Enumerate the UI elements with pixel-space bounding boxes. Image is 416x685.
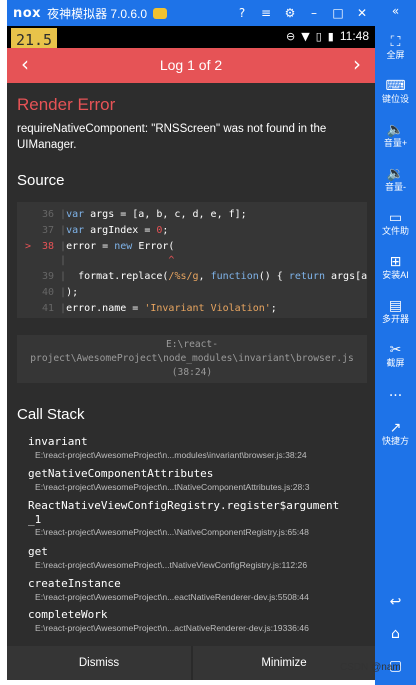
volume-down-icon: 🔉: [386, 166, 405, 182]
collapse-sidebar-icon[interactable]: «: [375, 4, 416, 18]
sidebar-item-fullscreen[interactable]: ⛶ 全屏: [375, 34, 416, 61]
back-icon: ↩: [389, 594, 402, 610]
sidebar-item-volume-down[interactable]: 🔉 音量-: [375, 166, 416, 193]
next-log-button[interactable]: ›: [353, 52, 361, 76]
log-title: Log 1 of 2: [159, 57, 223, 73]
gamepad-icon[interactable]: [153, 7, 168, 19]
code-line: 39 | format.replace(/%s/g, function() { …: [41, 271, 367, 282]
source-heading: Source: [17, 172, 65, 189]
nox-logo: nox: [13, 5, 42, 21]
code-line: 40 |);: [41, 287, 79, 298]
scissors-icon: ✂: [389, 342, 402, 358]
stack-frame-path[interactable]: E:\react-project\AwesomeProject\n...tNat…: [35, 482, 371, 492]
android-status-bar: ⊖ ▼ ▯ ▮ 11:48: [7, 26, 375, 48]
code-caret-line: | ^: [60, 255, 175, 266]
csdn-watermark: CSDN @nam: [340, 662, 401, 673]
volume-up-icon: 🔈: [386, 122, 405, 138]
code-line: 36 |var args = [a, b, c, d, e, f];: [41, 209, 247, 220]
expand-icon: ⛶: [390, 34, 401, 50]
error-caret: ^: [168, 255, 175, 266]
sidebar-item-volume-up[interactable]: 🔈 音量+: [375, 122, 416, 149]
error-title: Render Error: [17, 95, 116, 114]
android-screen: ⊖ ▼ ▯ ▮ 11:48 21.5 ‹ Log 1 of 2 › Render…: [7, 26, 375, 646]
sidebar-item-file-assistant[interactable]: ▭ 文件助: [375, 210, 416, 237]
stack-frame-function-continued[interactable]: _1: [28, 513, 41, 526]
code-line: 37 |var argIndex = 0;: [41, 225, 169, 236]
stack-frame-path[interactable]: E:\react-project\AwesomeProject\n...actN…: [35, 623, 371, 633]
stack-frame-function[interactable]: getNativeComponentAttributes: [28, 467, 213, 480]
emulator-sidebar: « ⛶ 全屏 ⌨ 键位设 🔈 音量+ 🔉 音量- ▭ 文件助 ⊞ 安装AI ▤ …: [375, 0, 416, 685]
keyboard-icon: ⌨: [385, 78, 406, 94]
code-line: 41 |error.name = 'Invariant Violation';: [41, 303, 277, 314]
android-back-button[interactable]: ↩: [375, 594, 416, 610]
stack-frame-path[interactable]: E:\react-project\AwesomeProject\n...\Nat…: [35, 527, 371, 537]
stack-frame-function[interactable]: ReactNativeViewConfigRegistry.register$a…: [28, 499, 339, 512]
multi-instance-icon: ▤: [388, 298, 403, 314]
wifi-icon: ▼: [301, 29, 310, 43]
folder-icon: ▭: [388, 210, 403, 226]
emulator-title: 夜神模拟器 7.0.6.0: [47, 6, 148, 21]
battery-icon: ▮: [327, 29, 334, 43]
more-icon: ···: [388, 388, 403, 404]
sidebar-item-install-apk[interactable]: ⊞ 安装AI: [375, 254, 416, 281]
redbox-footer: Dismiss Minimize: [7, 646, 375, 680]
stack-frame-path[interactable]: E:\react-project\AwesomeProject\n...eact…: [35, 592, 371, 602]
log-navigation-bar: ‹ Log 1 of 2 ›: [7, 48, 375, 83]
error-message: requireNativeComponent: "RNSScreen" was …: [17, 123, 327, 151]
sidebar-item-screenshot[interactable]: ✂ 截屏: [375, 342, 416, 369]
emulator-title-bar: nox 夜神模拟器 7.0.6.0 ? ≡ ⚙ – □ ✕: [7, 0, 375, 26]
stack-frame-function[interactable]: invariant: [28, 435, 88, 448]
home-icon: ⌂: [391, 626, 400, 642]
stack-frame-path[interactable]: E:\react-project\AwesomeProject\...tNati…: [35, 560, 371, 570]
emulator-window: nox 夜神模拟器 7.0.6.0 ? ≡ ⚙ – □ ✕ « ⛶ 全屏 ⌨ 键…: [0, 0, 416, 685]
maximize-window-icon[interactable]: □: [331, 6, 345, 20]
stack-frame-function[interactable]: get: [28, 545, 48, 558]
do-not-disturb-icon: ⊖: [286, 29, 296, 43]
no-sim-icon: ▯: [315, 29, 322, 43]
stack-frame-function[interactable]: completeWork: [28, 608, 107, 621]
dismiss-button[interactable]: Dismiss: [7, 646, 191, 680]
close-window-icon[interactable]: ✕: [355, 6, 369, 20]
source-file-location[interactable]: E:\react- project\AwesomeProject\node_mo…: [17, 335, 367, 383]
sidebar-item-shortcut[interactable]: ↗ 快捷方: [375, 420, 416, 447]
sidebar-item-multi-instance[interactable]: ▤ 多开器: [375, 298, 416, 325]
install-apk-icon: ⊞: [389, 254, 402, 270]
android-home-button[interactable]: ⌂: [375, 626, 416, 642]
stack-frame-function[interactable]: createInstance: [28, 577, 121, 590]
menu-icon[interactable]: ≡: [259, 6, 273, 20]
help-icon[interactable]: ?: [235, 6, 249, 20]
minimize-window-icon[interactable]: –: [307, 6, 321, 20]
sidebar-item-keymap[interactable]: ⌨ 键位设: [375, 78, 416, 105]
settings-icon[interactable]: ⚙: [283, 6, 297, 20]
sidebar-item-more[interactable]: ···: [375, 388, 416, 404]
clock: 11:48: [339, 29, 369, 43]
stack-frame-path[interactable]: E:\react-project\AwesomeProject\n...modu…: [35, 450, 371, 460]
call-stack-heading: Call Stack: [17, 406, 85, 423]
source-code-box: 36 |var args = [a, b, c, d, e, f]; 37 |v…: [17, 202, 367, 318]
shortcut-icon: ↗: [389, 420, 402, 436]
